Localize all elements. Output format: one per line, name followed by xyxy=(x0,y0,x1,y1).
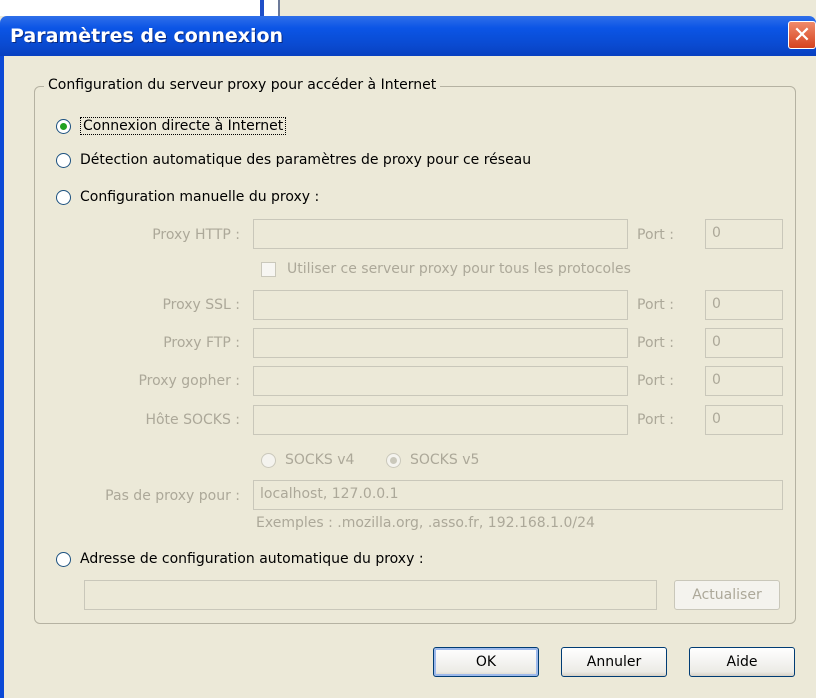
no-proxy-examples: Exemples : .mozilla.org, .asso.fr, 192.1… xyxy=(256,515,595,531)
socks-host-input[interactable] xyxy=(253,405,628,435)
radio-direct-label: Connexion directe à Internet xyxy=(80,117,287,135)
radio-socks-v4-label: SOCKS v4 xyxy=(285,452,355,468)
background-window-panel xyxy=(280,0,816,16)
ssl-port-label: Port : xyxy=(637,297,674,313)
socks-port-input[interactable]: 0 xyxy=(705,405,783,435)
http-port-input[interactable]: 0 xyxy=(705,219,783,249)
help-button[interactable]: Aide xyxy=(689,647,795,677)
ftp-proxy-label: Proxy FTP : xyxy=(163,335,240,351)
radio-socks-v4-indicator[interactable] xyxy=(261,452,276,468)
radio-auto-detect[interactable]: Détection automatique des paramètres de … xyxy=(56,152,531,168)
ftp-port-input[interactable]: 0 xyxy=(705,328,783,358)
dialog-title: Paramètres de connexion xyxy=(10,25,284,47)
radio-socks-v4[interactable]: SOCKS v4 xyxy=(261,452,354,468)
ssl-port-input[interactable]: 0 xyxy=(705,290,783,320)
radio-auto-config-url[interactable]: Adresse de configuration automatique du … xyxy=(56,551,424,567)
radio-socks-v5-indicator[interactable] xyxy=(386,452,401,468)
gopher-port-label: Port : xyxy=(637,373,674,389)
radio-auto-detect-indicator[interactable] xyxy=(56,152,71,168)
http-proxy-label: Proxy HTTP : xyxy=(152,227,240,243)
proxy-groupbox-legend: Configuration du serveur proxy pour accé… xyxy=(44,77,441,93)
radio-manual-label: Configuration manuelle du proxy : xyxy=(80,189,320,205)
gopher-proxy-label: Proxy gopher : xyxy=(138,373,240,389)
radio-manual-indicator[interactable] xyxy=(56,189,71,205)
radio-auto-detect-label: Détection automatique des paramètres de … xyxy=(80,152,532,168)
ftp-proxy-input[interactable] xyxy=(253,328,628,358)
radio-socks-v5-label: SOCKS v5 xyxy=(410,452,480,468)
radio-auto-config-label: Adresse de configuration automatique du … xyxy=(80,551,424,567)
no-proxy-input[interactable]: localhost, 127.0.0.1 xyxy=(253,480,783,510)
no-proxy-label: Pas de proxy pour : xyxy=(105,488,240,504)
dialog-left-border xyxy=(0,56,4,698)
all-protocols-label: Utiliser ce serveur proxy pour tous les … xyxy=(287,261,631,277)
background-window-border xyxy=(260,0,264,16)
radio-manual-proxy[interactable]: Configuration manuelle du proxy : xyxy=(56,189,319,205)
radio-socks-v5[interactable]: SOCKS v5 xyxy=(386,452,479,468)
ok-button[interactable]: OK xyxy=(433,647,539,677)
radio-direct-indicator[interactable] xyxy=(56,118,71,134)
socks-host-label: Hôte SOCKS : xyxy=(145,412,240,428)
http-proxy-input[interactable] xyxy=(253,219,628,249)
http-port-label: Port : xyxy=(637,227,674,243)
radio-auto-config-indicator[interactable] xyxy=(56,551,71,567)
ssl-proxy-input[interactable] xyxy=(253,290,628,320)
all-protocols-checkbox[interactable] xyxy=(261,262,276,277)
gopher-port-input[interactable]: 0 xyxy=(705,366,783,396)
gopher-proxy-input[interactable] xyxy=(253,366,628,396)
reload-button[interactable]: Actualiser xyxy=(674,580,780,610)
socks-port-label: Port : xyxy=(637,412,674,428)
dialog-titlebar[interactable]: Paramètres de connexion ✕ xyxy=(0,16,816,56)
ftp-port-label: Port : xyxy=(637,335,674,351)
close-icon: ✕ xyxy=(792,23,812,48)
close-button[interactable]: ✕ xyxy=(788,21,816,49)
cancel-button[interactable]: Annuler xyxy=(561,647,667,677)
radio-direct-connection[interactable]: Connexion directe à Internet xyxy=(56,117,287,135)
background-window xyxy=(0,0,816,16)
ssl-proxy-label: Proxy SSL : xyxy=(162,297,240,313)
auto-config-url-input[interactable] xyxy=(84,580,657,610)
